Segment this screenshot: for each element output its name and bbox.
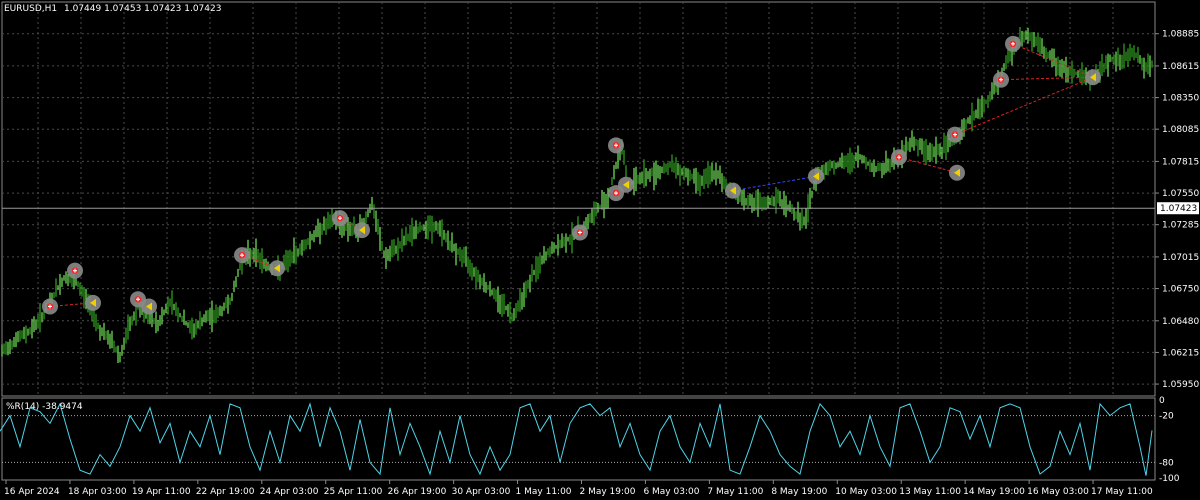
price-axis-label: 1.06215: [1162, 348, 1199, 358]
time-axis-label: 26 Apr 19:00: [388, 487, 447, 497]
price-axis-label: 1.08885: [1162, 30, 1199, 40]
time-axis-label: 30 Apr 03:00: [452, 487, 511, 497]
price-axis-label: 1.07285: [1162, 221, 1199, 231]
chart-grid: [1, 1, 1156, 481]
ohlc-readout: 1.07449 1.07453 1.07423 1.07423: [64, 4, 222, 14]
time-axis-label: 19 Apr 11:00: [132, 487, 191, 497]
time-axis-label: 7 May 11:00: [707, 487, 763, 497]
wpr-line: [0, 402, 1153, 476]
time-axis-label: 22 Apr 19:00: [196, 487, 255, 497]
price-axis-label: 1.05950: [1162, 380, 1199, 390]
trade-markers: [42, 35, 1101, 315]
price-axis-label: 1.06750: [1162, 285, 1199, 295]
time-axis-label: 25 Apr 11:00: [324, 487, 383, 497]
current-price-label: 1.07423: [1160, 204, 1197, 214]
price-axis-label: 1.08615: [1162, 62, 1199, 72]
time-axis-label: 17 May 11:00: [1091, 487, 1153, 497]
price-pane-frame: [1, 1, 1156, 397]
time-axis-label: 8 May 19:00: [771, 487, 827, 497]
time-axis-label: 16 May 03:00: [1027, 487, 1089, 497]
time-axis-label: 6 May 03:00: [643, 487, 699, 497]
trade-connector-line: [1000, 76, 1094, 81]
time-axis-label: 24 Apr 03:00: [260, 487, 319, 497]
williams-r-indicator: 0 -20 -80 -100: [0, 396, 1180, 484]
trade-connector-line: [732, 175, 817, 192]
price-series: [1, 27, 1153, 364]
price-axis-label: 1.08350: [1162, 94, 1199, 104]
time-axis-label: 10 May 03:00: [835, 487, 897, 497]
time-axis-label: 18 Apr 03:00: [68, 487, 127, 497]
wpr-axis-label: -80: [1159, 458, 1174, 468]
time-axis-label: 14 May 19:00: [963, 487, 1025, 497]
price-axis-label: 1.06480: [1162, 317, 1199, 327]
wpr-axis-label: -20: [1159, 412, 1174, 422]
price-axis-label: 1.07815: [1162, 157, 1199, 167]
symbol-timeframe: EURUSD,H1: [4, 4, 58, 14]
time-axis-label: 1 May 11:00: [516, 487, 572, 497]
trade-connector-line: [954, 76, 1094, 136]
time-axis-label: 2 May 19:00: [580, 487, 636, 497]
time-axis-label: 13 May 11:00: [899, 487, 961, 497]
price-chart[interactable]: 1.08885 1.08615 1.08350 1.08085 1.07815 1.075…: [0, 0, 1200, 500]
time-axis-label: 16 Apr 2024: [4, 487, 60, 497]
indicator-label: %R(14) -38.9474: [6, 402, 83, 412]
chart-axes: 1.08885 1.08615 1.08350 1.08085 1.07815 1.075…: [2, 30, 1199, 497]
wpr-axis-label: 0: [1159, 396, 1165, 406]
price-axis-label: 1.08085: [1162, 125, 1199, 135]
price-axis-label: 1.07015: [1162, 253, 1199, 263]
trade-connector-line: [1012, 43, 1094, 78]
wpr-axis-label: -100: [1159, 474, 1180, 484]
chart-header: EURUSD,H1 1.07449 1.07453 1.07423 1.0742…: [4, 4, 221, 14]
trading-terminal: 1.08885 1.08615 1.08350 1.08085 1.07815 1.075…: [0, 0, 1200, 500]
price-axis-label: 1.07550: [1162, 189, 1199, 199]
